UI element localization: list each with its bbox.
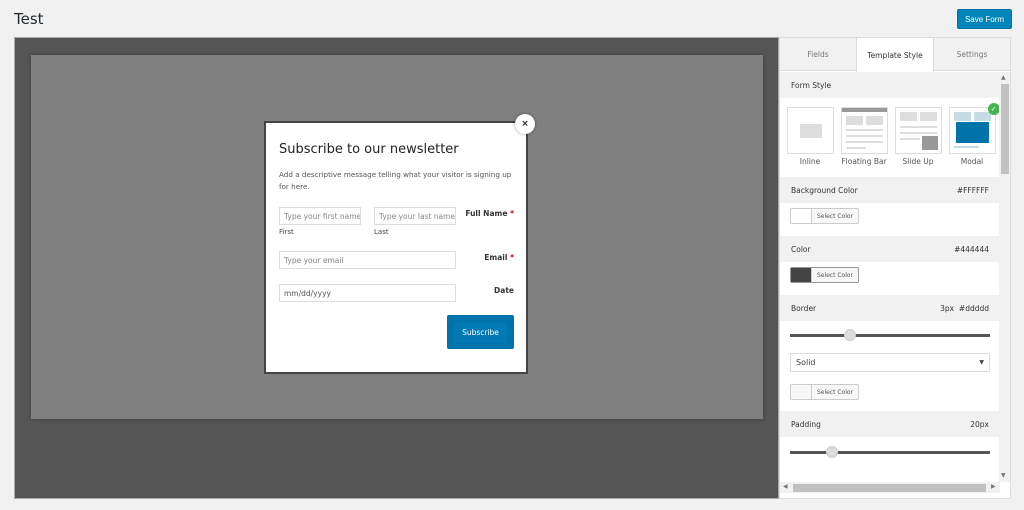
settings-panel: Fields Template Style Settings Form Styl… [779, 37, 1011, 499]
color-value: #444444 [954, 244, 989, 254]
slider-handle[interactable] [826, 446, 838, 458]
full-name-label: Full Name * [465, 209, 514, 218]
selected-check-icon: ✓ [987, 103, 1000, 115]
select-color-label: Select Color [816, 388, 854, 396]
scrollbar-thumb[interactable] [1001, 84, 1009, 174]
inline-thumbnail-icon [786, 107, 834, 154]
modal-thumbnail-icon: ✓ [948, 103, 1000, 154]
border-label: Border [791, 303, 817, 313]
modal-title: Subscribe to our newsletter [279, 142, 459, 157]
last-name-input[interactable]: Type your last name [374, 207, 456, 225]
save-form-button[interactable]: Save Form [957, 9, 1012, 29]
tab-settings[interactable]: Settings [934, 38, 1010, 70]
border-style-value: Solid [796, 358, 816, 367]
style-option-modal[interactable]: ✓ Modal [947, 103, 1000, 166]
border-header: Border 3px #ddddd [780, 295, 1000, 321]
vertical-scrollbar[interactable]: ▲ ▼ [999, 72, 1010, 482]
color-swatch [791, 385, 812, 399]
background-color-picker[interactable]: Select Color [790, 208, 859, 224]
color-swatch [791, 268, 812, 282]
floating-bar-thumbnail-icon [840, 107, 888, 154]
background-color-value: #FFFFFF [956, 185, 989, 195]
padding-header: Padding 20px [780, 411, 1000, 437]
style-option-inline[interactable]: Inline [785, 107, 835, 166]
subscribe-button[interactable]: Subscribe [447, 315, 514, 349]
scroll-left-icon[interactable]: ◀ [783, 483, 788, 490]
date-input[interactable]: mm/dd/yyyy [279, 284, 456, 302]
scroll-right-icon[interactable]: ▶ [991, 483, 996, 490]
close-icon[interactable]: × [515, 114, 535, 134]
style-label: Floating Bar [841, 157, 887, 166]
style-label: Modal [960, 157, 984, 166]
background-color-header: Background Color #FFFFFF [780, 177, 1000, 203]
modal-description: Add a descriptive message telling what y… [279, 170, 512, 191]
email-input[interactable]: Type your email [279, 251, 456, 269]
padding-value: 20px [970, 419, 989, 429]
tab-template-style[interactable]: Template Style [856, 38, 934, 72]
select-color-label: Select Color [816, 212, 854, 220]
form-style-header: Form Style [780, 72, 1000, 98]
date-label: Date [494, 286, 514, 295]
scrollbar-thumb[interactable] [793, 484, 986, 492]
slide-up-thumbnail-icon [894, 107, 942, 154]
style-label: Inline [799, 157, 821, 166]
last-sublabel: Last [374, 228, 389, 236]
scroll-up-icon[interactable]: ▲ [1001, 74, 1006, 81]
padding-label: Padding [791, 419, 821, 429]
first-name-input[interactable]: Type your first name [279, 207, 361, 225]
border-values: 3px #ddddd [940, 303, 989, 313]
email-label: Email * [484, 253, 514, 262]
color-header: Color #444444 [780, 236, 1000, 262]
form-style-heading: Form Style [791, 80, 832, 90]
panel-tabs: Fields Template Style Settings [780, 38, 1010, 72]
padding-slider[interactable] [790, 446, 990, 458]
color-label: Color [791, 244, 811, 254]
newsletter-modal: Subscribe to our newsletter Add a descri… [264, 121, 528, 374]
dropdown-arrow-icon: ▼ [979, 359, 984, 366]
subscribe-label: Subscribe [454, 321, 507, 343]
first-sublabel: First [279, 228, 294, 236]
border-color-picker[interactable]: Select Color [790, 384, 859, 400]
color-swatch [791, 209, 812, 223]
style-label: Slide Up [902, 157, 934, 166]
slider-handle[interactable] [844, 329, 856, 341]
select-color-label: Select Color [816, 271, 854, 279]
background-color-label: Background Color [791, 185, 858, 195]
page-title: Test [14, 10, 44, 28]
style-option-floating-bar[interactable]: Floating Bar [839, 107, 889, 166]
border-width-slider[interactable] [790, 329, 990, 341]
color-picker[interactable]: Select Color [790, 267, 859, 283]
tab-fields[interactable]: Fields [780, 38, 856, 70]
horizontal-scrollbar[interactable]: ◀ ▶ [780, 482, 1000, 493]
style-option-slide-up[interactable]: Slide Up [893, 107, 943, 166]
border-style-select[interactable]: Solid ▼ [790, 353, 990, 372]
scroll-down-icon[interactable]: ▼ [1001, 472, 1006, 479]
